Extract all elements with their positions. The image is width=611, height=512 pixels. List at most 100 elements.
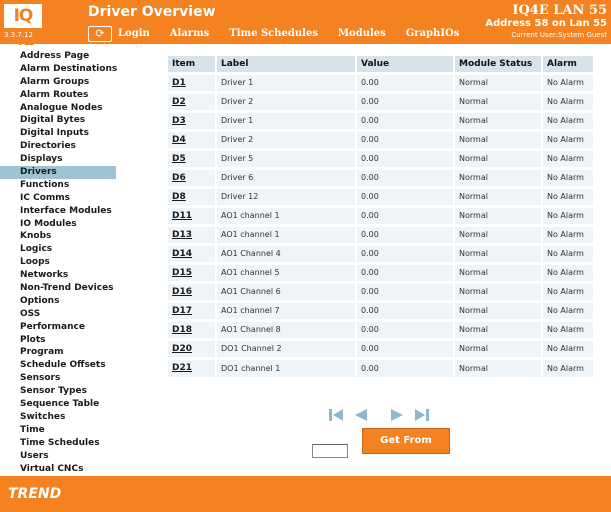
- value-cell: 0.00: [356, 299, 455, 320]
- item-link[interactable]: D8: [172, 192, 186, 202]
- alarm-cell: No Alarm: [542, 128, 595, 149]
- item-link[interactable]: D20: [172, 344, 192, 354]
- sidebar-item-time-schedules[interactable]: Time Schedules: [0, 437, 140, 450]
- nav-graphios[interactable]: GraphIOs: [406, 27, 460, 41]
- module-status-cell: Normal: [454, 242, 543, 263]
- sidebar-item-schedule-offsets[interactable]: Schedule Offsets: [0, 359, 140, 372]
- sidebar-item-analogue-nodes[interactable]: Analogue Nodes: [0, 102, 140, 115]
- item-link[interactable]: D2: [172, 97, 186, 107]
- sidebar-item-options[interactable]: Options: [0, 295, 140, 308]
- item-link[interactable]: D15: [172, 268, 192, 278]
- value-cell: 0.00: [356, 147, 455, 168]
- column-header-module-status[interactable]: Module Status: [454, 56, 543, 73]
- refresh-button[interactable]: ⟳: [88, 26, 112, 42]
- sidebar-item-virtual-cncs[interactable]: Virtual CNCs: [0, 463, 140, 476]
- sidebar-item-performance[interactable]: Performance: [0, 321, 140, 334]
- label-cell: AO1 Channel 6: [216, 280, 357, 301]
- column-header-value[interactable]: Value: [356, 56, 455, 73]
- get-from-button[interactable]: Get From: [362, 428, 450, 454]
- sidebar-item-knobs[interactable]: Knobs: [0, 230, 140, 243]
- sidebar-item-digital-bytes[interactable]: Digital Bytes: [0, 114, 140, 127]
- table-row: D21 DO1 channel 1 0.00 Normal No Alarm: [168, 356, 595, 377]
- label-cell: Driver 2: [216, 128, 357, 149]
- item-link[interactable]: D21: [172, 363, 192, 373]
- next-page-icon: [391, 409, 403, 421]
- column-header-alarm[interactable]: Alarm: [542, 56, 595, 73]
- sidebar-item-time[interactable]: Time: [0, 424, 140, 437]
- nav-alarms[interactable]: Alarms: [170, 27, 210, 41]
- item-cell: D11: [168, 204, 217, 225]
- item-link[interactable]: D14: [172, 249, 192, 259]
- item-link[interactable]: D6: [172, 173, 186, 183]
- nav-login[interactable]: Login: [118, 27, 150, 41]
- item-link[interactable]: D3: [172, 116, 186, 126]
- sidebar-item-drivers[interactable]: Drivers: [0, 166, 116, 179]
- nav-time-schedules[interactable]: Time Schedules: [229, 27, 318, 41]
- sidebar-item-users[interactable]: Users: [0, 450, 140, 463]
- value-cell: 0.00: [356, 109, 455, 130]
- label-cell: Driver 12: [216, 185, 357, 206]
- sidebar-item-sensors[interactable]: Sensors: [0, 372, 140, 385]
- item-link[interactable]: D11: [172, 211, 192, 221]
- previous-page-button[interactable]: [352, 408, 368, 422]
- sidebar-item-sequence-table[interactable]: Sequence Table: [0, 398, 140, 411]
- nav-modules[interactable]: Modules: [338, 27, 386, 41]
- iq4e-logo: IQ 4E 3.3.7.12: [3, 3, 43, 50]
- label-cell: DO1 channel 1: [216, 356, 357, 377]
- sidebar-item-interface-modules[interactable]: Interface Modules: [0, 205, 140, 218]
- column-header-label[interactable]: Label: [216, 56, 357, 73]
- first-page-button[interactable]: [328, 408, 344, 422]
- next-page-button[interactable]: [390, 408, 406, 422]
- item-cell: D2: [168, 90, 217, 111]
- current-user: Current User:System Guest: [511, 31, 607, 39]
- table-row: D18 AO1 Channel 8 0.00 Normal No Alarm: [168, 318, 595, 339]
- item-cell: D17: [168, 299, 217, 320]
- value-cell: 0.00: [356, 280, 455, 301]
- sidebar-item-displays[interactable]: Displays: [0, 153, 140, 166]
- label-cell: AO1 channel 7: [216, 299, 357, 320]
- label-cell: DO1 Channel 2: [216, 337, 357, 358]
- item-link[interactable]: D17: [172, 306, 192, 316]
- sidebar-item-digital-inputs[interactable]: Digital Inputs: [0, 127, 140, 140]
- sidebar-item-sensor-types[interactable]: Sensor Types: [0, 385, 140, 398]
- item-link[interactable]: D1: [172, 78, 186, 88]
- sidebar-item-ic-comms[interactable]: IC Comms: [0, 192, 140, 205]
- device-name: IQ4E LAN 55: [512, 3, 607, 18]
- module-status-cell: Normal: [454, 90, 543, 111]
- sidebar-item-functions[interactable]: Functions: [0, 179, 140, 192]
- alarm-cell: No Alarm: [542, 356, 595, 377]
- item-link[interactable]: D4: [172, 135, 186, 145]
- page-number-input[interactable]: [312, 444, 348, 458]
- sidebar-item-networks[interactable]: Networks: [0, 269, 140, 282]
- sidebar-item-alarm-destinations[interactable]: Alarm Destinations: [0, 63, 140, 76]
- sidebar-item-non-trend-devices[interactable]: Non-Trend Devices: [0, 282, 140, 295]
- module-status-cell: Normal: [454, 147, 543, 168]
- sidebar-item-oss[interactable]: OSS: [0, 308, 140, 321]
- item-link[interactable]: D18: [172, 325, 192, 335]
- last-page-button[interactable]: [414, 408, 430, 422]
- sidebar-item-alarm-routes[interactable]: Alarm Routes: [0, 89, 140, 102]
- sidebar-item-alarm-groups[interactable]: Alarm Groups: [0, 76, 140, 89]
- table-row: D6 Driver 6 0.00 Normal No Alarm: [168, 166, 595, 187]
- sidebar-item-io-modules[interactable]: IO Modules: [0, 218, 140, 231]
- label-cell: Driver 1: [216, 109, 357, 130]
- column-header-item[interactable]: Item: [168, 56, 217, 73]
- value-cell: 0.00: [356, 185, 455, 206]
- table-row: D15 AO1 channel 5 0.00 Normal No Alarm: [168, 261, 595, 282]
- sidebar-item-switches[interactable]: Switches: [0, 411, 140, 424]
- sidebar-item-directories[interactable]: Directories: [0, 140, 140, 153]
- item-cell: D15: [168, 261, 217, 282]
- item-link[interactable]: D16: [172, 287, 192, 297]
- sidebar-item-program[interactable]: Program: [0, 346, 140, 359]
- sidebar-item-loops[interactable]: Loops: [0, 256, 140, 269]
- item-cell: D3: [168, 109, 217, 130]
- item-link[interactable]: D5: [172, 154, 186, 164]
- alarm-cell: No Alarm: [542, 318, 595, 339]
- module-status-cell: Normal: [454, 128, 543, 149]
- sidebar-item-logics[interactable]: Logics: [0, 243, 140, 256]
- item-link[interactable]: D13: [172, 230, 192, 240]
- sidebar-item-address-page[interactable]: Address Page: [0, 50, 140, 63]
- device-info: IQ4E LAN 55 Address 58 on Lan 55 Current…: [485, 3, 607, 40]
- value-cell: 0.00: [356, 223, 455, 244]
- sidebar-item-plots[interactable]: Plots: [0, 334, 140, 347]
